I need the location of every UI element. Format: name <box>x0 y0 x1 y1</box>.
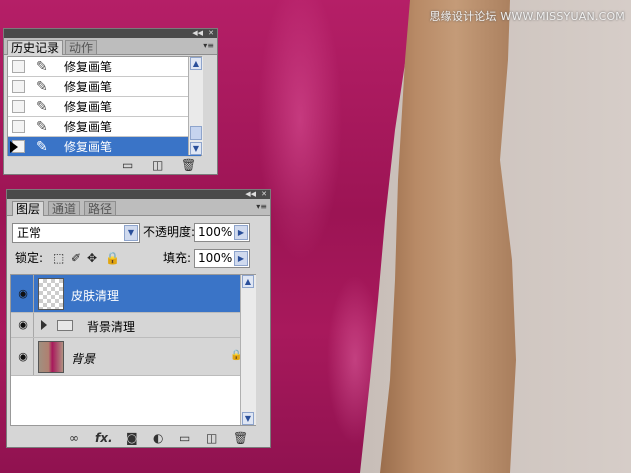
history-item[interactable]: ✎ 修复画笔 <box>8 77 201 97</box>
chevron-right-icon[interactable]: ▶ <box>234 225 248 240</box>
collapse-icon[interactable]: ◀◀ <box>245 190 256 199</box>
history-state-marker-icon <box>10 141 18 153</box>
blend-opacity-row: 正常 ▼ 不透明度: 100% ▶ <box>7 221 270 245</box>
link-icon[interactable]: ∞ <box>69 431 79 445</box>
opacity-label: 不透明度: <box>143 225 196 239</box>
layer-row-background-cleanup[interactable]: ◉ 背景清理 <box>11 313 255 338</box>
lock-transparency-icon[interactable]: ⬚ <box>53 251 64 265</box>
scroll-up-icon[interactable]: ▲ <box>190 57 202 70</box>
history-item-label: 修复画笔 <box>64 140 113 154</box>
history-panel: ◀◀ ✕ 历史记录 动作 ▾≡ ✎ 修复画笔 ✎ 修复画笔 ✎ 修复画笔 ✎ 修… <box>3 28 218 175</box>
lock-pixels-icon[interactable]: ✐ <box>71 251 81 265</box>
history-item[interactable]: ✎ 修复画笔 <box>8 97 201 117</box>
watermark: 思缘设计论坛 WWW.MISSYUAN.COM <box>429 10 625 23</box>
eye-icon[interactable]: ◉ <box>13 284 33 304</box>
layer-row-background[interactable]: ◉ 背景 🔒 <box>11 338 255 376</box>
new-document-from-state-icon[interactable]: ▭ <box>122 158 133 172</box>
healing-brush-icon: ✎ <box>36 79 48 95</box>
layers-tabbar: 图层 通道 路径 ▾≡ <box>7 199 270 216</box>
layers-panel: ◀◀ ✕ 图层 通道 路径 ▾≡ 正常 ▼ 不透明度: 100% ▶ 锁定: ⬚… <box>6 189 271 448</box>
scroll-down-icon[interactable]: ▼ <box>190 142 202 155</box>
healing-brush-icon: ✎ <box>36 59 48 75</box>
lock-fill-row: 锁定: ⬚ ✐ ✥ 🔒 填充: 100% ▶ <box>7 247 270 271</box>
layer-list: ◉ 皮肤清理 ◉ 背景清理 ◉ 背景 🔒 ▲ ▼ <box>10 274 256 426</box>
group-icon[interactable]: ▭ <box>179 431 190 445</box>
divider <box>33 313 34 337</box>
layer-name[interactable]: 背景 <box>71 350 95 367</box>
blend-mode-value: 正常 <box>17 226 42 240</box>
lock-all-icon[interactable]: 🔒 <box>105 251 120 265</box>
fx-icon[interactable]: fx. <box>95 431 113 445</box>
lock-label: 锁定: <box>15 251 44 265</box>
history-item[interactable]: ✎ 修复画笔 <box>8 117 201 137</box>
fill-value: 100% <box>198 251 233 265</box>
history-item-label: 修复画笔 <box>64 80 113 94</box>
divider <box>33 275 34 312</box>
tab-actions[interactable]: 动作 <box>65 40 98 55</box>
tab-channels[interactable]: 通道 <box>48 201 81 216</box>
history-item-selected[interactable]: ✎ 修复画笔 <box>8 137 201 157</box>
chevron-right-icon[interactable]: ▶ <box>234 251 248 266</box>
history-item-label: 修复画笔 <box>64 100 113 114</box>
fill-field[interactable]: 100% ▶ <box>194 249 250 268</box>
eye-icon[interactable]: ◉ <box>13 315 33 335</box>
snapshot-icon[interactable]: ◫ <box>152 158 163 172</box>
expand-triangle-icon[interactable] <box>41 320 47 330</box>
chevron-down-icon[interactable]: ▼ <box>124 225 138 241</box>
tab-paths[interactable]: 路径 <box>84 201 117 216</box>
collapse-icon[interactable]: ◀◀ <box>192 29 203 38</box>
healing-brush-icon: ✎ <box>36 119 48 135</box>
history-tabbar: 历史记录 动作 ▾≡ <box>4 38 217 55</box>
layer-row-skin-cleanup[interactable]: ◉ 皮肤清理 <box>11 275 255 313</box>
history-list: ✎ 修复画笔 ✎ 修复画笔 ✎ 修复画笔 ✎ 修复画笔 ✎ 修复画笔 ▲ ▼ <box>7 56 203 157</box>
scroll-thumb[interactable] <box>190 126 202 140</box>
panel-titlebar[interactable]: ◀◀ ✕ <box>4 29 217 38</box>
history-scrollbar[interactable]: ▲ ▼ <box>188 57 203 155</box>
tab-layers[interactable]: 图层 <box>12 201 45 216</box>
folder-icon <box>57 320 73 331</box>
healing-brush-icon: ✎ <box>36 139 48 155</box>
close-icon[interactable]: ✕ <box>208 29 214 38</box>
history-item-label: 修复画笔 <box>64 120 113 134</box>
layers-scrollbar[interactable]: ▲ ▼ <box>240 275 256 425</box>
close-icon[interactable]: ✕ <box>261 190 267 199</box>
fill-label: 填充: <box>163 251 192 265</box>
opacity-field[interactable]: 100% ▶ <box>194 223 250 242</box>
layer-thumbnail <box>38 341 64 373</box>
opacity-value: 100% <box>198 225 233 239</box>
new-layer-icon[interactable]: ◫ <box>206 431 217 445</box>
scroll-up-icon[interactable]: ▲ <box>242 275 254 288</box>
trash-icon[interactable]: 🗑 <box>181 158 196 172</box>
eye-icon[interactable]: ◉ <box>13 347 33 367</box>
divider <box>33 338 34 375</box>
snapshot-checkbox[interactable] <box>12 100 25 113</box>
blend-mode-select[interactable]: 正常 ▼ <box>12 223 140 243</box>
history-item[interactable]: ✎ 修复画笔 <box>8 57 201 77</box>
layer-thumbnail <box>38 278 64 310</box>
snapshot-checkbox[interactable] <box>12 60 25 73</box>
tab-history[interactable]: 历史记录 <box>7 40 64 55</box>
snapshot-checkbox[interactable] <box>12 80 25 93</box>
adjustment-icon[interactable]: ◐ <box>153 431 163 445</box>
layer-name[interactable]: 皮肤清理 <box>71 287 119 304</box>
scroll-down-icon[interactable]: ▼ <box>242 412 254 425</box>
panel-titlebar[interactable]: ◀◀ ✕ <box>7 190 270 199</box>
history-footer: ▭ ◫ 🗑 <box>4 155 217 175</box>
mask-icon[interactable]: ◙ <box>126 431 138 445</box>
panel-menu-icon[interactable]: ▾≡ <box>256 202 267 211</box>
snapshot-checkbox[interactable] <box>12 120 25 133</box>
layers-footer: ∞ fx. ◙ ◐ ▭ ◫ 🗑 <box>7 428 270 448</box>
layer-name[interactable]: 背景清理 <box>87 318 135 335</box>
healing-brush-icon: ✎ <box>36 99 48 115</box>
trash-icon[interactable]: 🗑 <box>233 431 248 445</box>
lock-position-icon[interactable]: ✥ <box>87 251 97 265</box>
history-item-label: 修复画笔 <box>64 60 113 74</box>
panel-menu-icon[interactable]: ▾≡ <box>203 41 214 50</box>
